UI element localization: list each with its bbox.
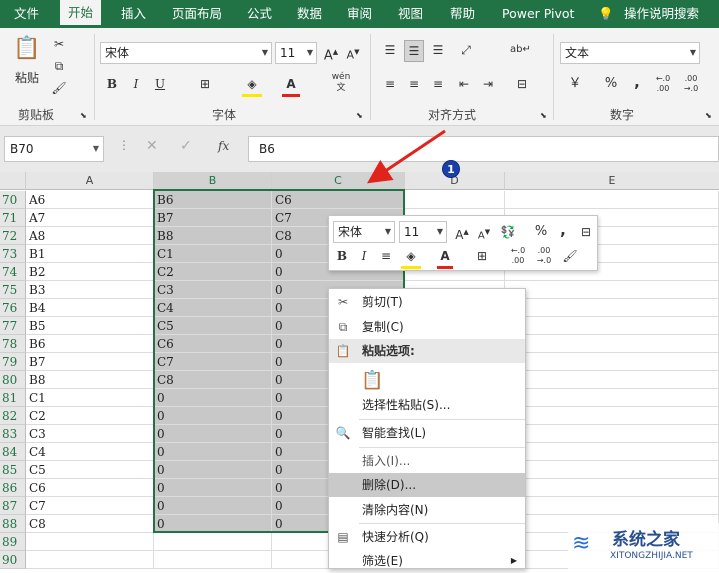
menu-label: 选择性粘贴(S)... xyxy=(362,398,451,412)
menu-item-clear-contents[interactable]: 清除内容(N) xyxy=(329,498,525,522)
menu-label: 插入(I)... xyxy=(362,454,411,468)
comma-style-icon[interactable]: , xyxy=(557,220,569,240)
copy-icon: ⧉ xyxy=(338,320,348,334)
mini-toolbar: 宋体 ▼ 11 ▼ A▲ A▼ 💱 % , ⊟ B I ≡ ◈ A ⊞ ←.0.00… xyxy=(328,215,598,271)
menu-header-paste-options: 📋 粘贴选项: xyxy=(329,339,525,363)
mini-font-size-combo[interactable]: 11 ▼ xyxy=(399,221,447,243)
menu-item-cut[interactable]: ✂ 剪切(T) xyxy=(329,290,525,314)
number-format-icon[interactable]: 💱 xyxy=(497,222,519,242)
watermark-url: XITONGZHIJIA.NET xyxy=(610,551,693,561)
bold-icon[interactable]: B xyxy=(335,246,349,266)
menu-item-copy[interactable]: ⧉ 复制(C) xyxy=(329,315,525,339)
menu-item-quick-analysis[interactable]: ▤ 快速分析(Q) xyxy=(329,525,525,549)
paste-text-icon: 📋 xyxy=(361,370,384,391)
font-color-icon[interactable]: A xyxy=(437,246,453,269)
chevron-down-icon: ▼ xyxy=(436,227,443,236)
paste-icon: 📋 xyxy=(335,344,351,358)
menu-item-insert[interactable]: 插入(I)... xyxy=(329,449,525,473)
menu-label: 智能查找(L) xyxy=(362,426,427,440)
menu-item-filter[interactable]: 筛选(E) ▶ xyxy=(329,549,525,573)
mini-font-name-combo[interactable]: 宋体 ▼ xyxy=(333,221,395,243)
menu-label: 复制(C) xyxy=(362,320,404,334)
decrease-font-icon[interactable]: A▼ xyxy=(475,222,493,246)
quick-analysis-icon: ▤ xyxy=(337,530,349,544)
menu-item-delete[interactable]: 删除(D)... xyxy=(329,473,525,497)
menu-label: 筛选(E) xyxy=(362,554,403,568)
menu-label: 剪切(T) xyxy=(362,295,403,309)
callout-1: 1 xyxy=(442,160,460,178)
chevron-down-icon: ▼ xyxy=(384,227,391,236)
smart-lookup-icon: 🔍 xyxy=(335,426,351,440)
fill-color-icon[interactable]: ◈ xyxy=(401,246,421,269)
menu-label: 快速分析(Q) xyxy=(362,530,429,544)
decrease-decimal-icon[interactable]: .00 →.0 xyxy=(533,246,555,266)
menu-label: 删除(D)... xyxy=(362,478,417,492)
mini-font-size-value: 11 xyxy=(404,225,420,239)
menu-divider xyxy=(359,419,525,420)
watermark: ≋ 系统之家 XITONGZHIJIA.NET xyxy=(568,523,719,569)
percent-icon[interactable]: % xyxy=(533,222,549,242)
format-painter-icon[interactable]: 🖌 xyxy=(561,246,579,266)
align-center-icon[interactable]: ≡ xyxy=(377,246,395,266)
context-menu: ✂ 剪切(T) ⧉ 复制(C) 📋 粘贴选项: 📋 选择性粘贴(S)... 🔍 智能查找… xyxy=(328,288,526,569)
watermark-title: 系统之家 xyxy=(612,530,680,550)
menu-label: 清除内容(N) xyxy=(362,503,429,517)
menu-item-paste-special[interactable]: 选择性粘贴(S)... xyxy=(329,393,525,417)
increase-font-icon[interactable]: A▲ xyxy=(453,222,471,245)
italic-icon[interactable]: I xyxy=(357,246,371,266)
menu-item-smart-lookup[interactable]: 🔍 智能查找(L) xyxy=(329,421,525,445)
menu-divider xyxy=(359,447,525,448)
mini-font-name-value: 宋体 xyxy=(338,225,363,239)
chevron-right-icon: ▶ xyxy=(510,556,517,565)
increase-decimal-icon[interactable]: ←.0.00 xyxy=(507,246,529,266)
arrow-to-selection xyxy=(367,129,446,184)
menu-divider xyxy=(359,523,525,524)
menu-label: 粘贴选项: xyxy=(362,344,415,358)
format-table-icon[interactable]: ⊟ xyxy=(577,222,595,242)
watermark-logo-icon: ≋ xyxy=(572,531,591,556)
scissors-icon: ✂ xyxy=(337,295,349,309)
borders-icon[interactable]: ⊞ xyxy=(473,246,491,266)
